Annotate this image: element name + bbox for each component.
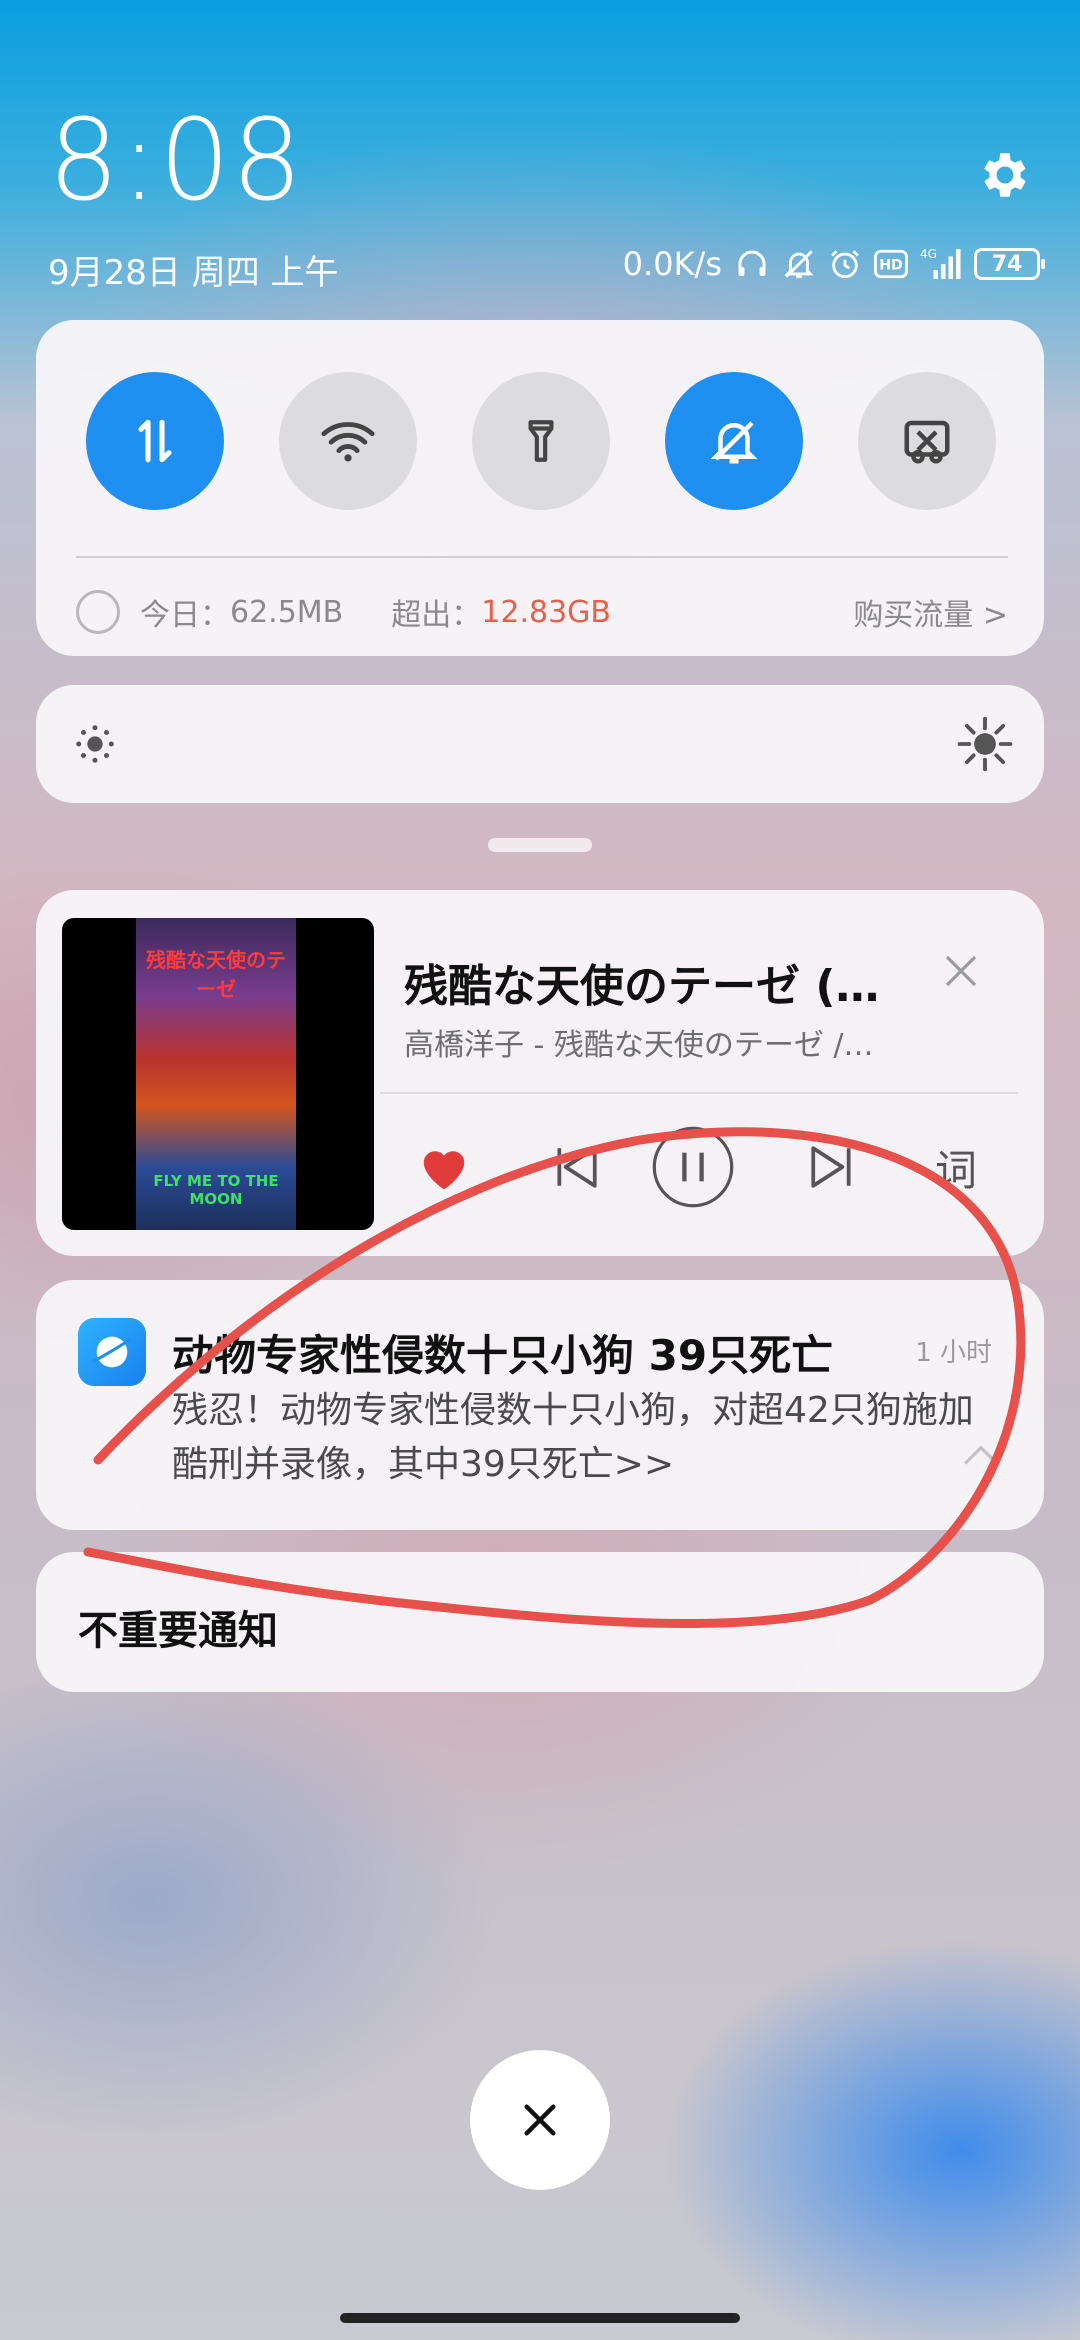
buy-data-link[interactable]: 购买流量 > [853,590,1008,634]
flashlight-icon [528,420,554,462]
svg-text:4G: 4G [920,247,937,261]
wifi-icon [321,422,375,462]
pause-icon [652,1126,734,1208]
unimportant-notifications[interactable]: 不重要通知 [36,1552,1044,1692]
mute-bell-icon [710,421,758,464]
today-value: 62.5MB [230,594,344,630]
signal-icon: 4G [920,247,961,279]
data-usage-row[interactable]: 今日： 62.5MB 超出： 12.83GB 购买流量 > [76,582,1008,642]
brightness-high-icon [957,716,1013,772]
svg-text:HD: HD [879,258,903,274]
close-icon[interactable] [940,950,982,992]
media-player-card[interactable]: 残酷な天使のテーゼ FLY ME TO THE MOON 残酷な天使のテーゼ (… [36,890,1044,1256]
home-indicator[interactable] [340,2313,740,2323]
pause-button[interactable] [648,1122,738,1212]
data-usage-ring-icon [76,590,120,634]
song-artist: 高橋洋子 - 残酷な天使のテーゼ /… [404,1028,874,1063]
date-label[interactable]: 9月28日 周四 上午 [48,245,339,294]
album-cover: 残酷な天使のテーゼ FLY ME TO THE MOON [62,918,374,1230]
next-icon [811,1146,851,1188]
status-bar: 0.0K/s HD 4G 74 [622,244,1045,284]
like-button[interactable] [404,1122,484,1212]
today-label: 今日： [140,598,230,633]
headset-icon [738,250,766,276]
alarm-icon [831,250,859,279]
unimportant-notifications-label: 不重要通知 [78,1608,278,1654]
lyrics-button[interactable]: 词 [916,1122,996,1212]
cover-subtitle: FLY ME TO THE MOON [153,1172,279,1208]
next-button[interactable] [792,1122,872,1212]
mobile-data-toggle[interactable] [86,372,224,510]
notification-body: 残忍！动物专家性侵数十只小狗，对超42只狗施加酷刑并录像，其中39只死亡>> [172,1390,974,1485]
divider [76,556,1008,558]
mute-bell-status-icon [784,250,814,279]
over-label: 超出： [391,598,482,633]
hd-icon: HD [874,249,908,279]
heart-icon [423,1151,465,1190]
close-icon [524,2104,556,2136]
previous-icon [557,1146,597,1188]
previous-button[interactable] [536,1122,616,1212]
brightness-low-icon [76,725,114,763]
brightness-slider[interactable] [36,685,1044,803]
news-app-icon [78,1318,146,1386]
song-title: 残酷な天使のテーゼ (… [404,961,880,1012]
notification-time: 1 小时 [915,1338,992,1368]
mobile-data-icon [138,419,172,463]
cover-title: 残酷な天使のテーゼ [146,948,286,1001]
clear-all-button[interactable] [470,2050,610,2190]
mute-toggle[interactable] [665,372,803,510]
drag-handle[interactable] [488,838,592,852]
notification-title: 动物专家性侵数十只小狗 39只死亡 [172,1331,834,1380]
wifi-toggle[interactable] [279,372,417,510]
battery-indicator: 74 [974,248,1045,280]
divider [380,1092,1018,1094]
over-value: 12.83GB [481,594,611,630]
net-speed: 0.0K/s [622,245,722,283]
screenshot-toggle[interactable] [858,372,996,510]
flashlight-toggle[interactable] [472,372,610,510]
news-notification[interactable]: 动物专家性侵数十只小狗 39只死亡 1 小时 残忍！动物专家性侵数十只小狗，对超… [36,1280,1044,1530]
chevron-up-icon[interactable] [962,1440,1000,1468]
settings-gear-icon[interactable] [976,146,1034,204]
planet-icon [92,1336,133,1368]
screenshot-icon [904,420,950,464]
clock[interactable]: 8:08 [48,105,304,217]
quick-settings-panel: 今日： 62.5MB 超出： 12.83GB 购买流量 > [36,320,1044,656]
